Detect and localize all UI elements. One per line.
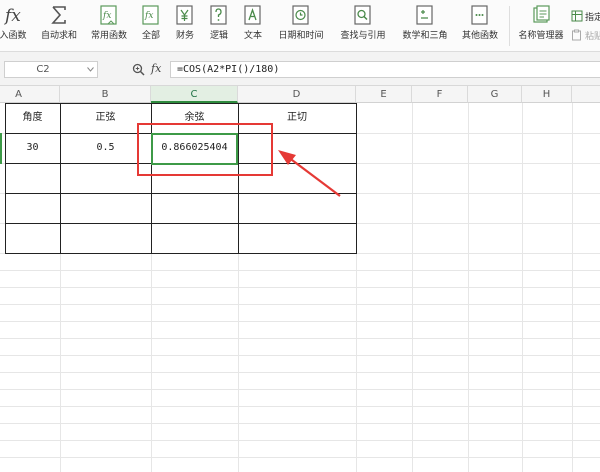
gridline: [0, 423, 600, 424]
common-functions-label: 常用函数: [90, 31, 127, 41]
column-header-h[interactable]: H: [522, 86, 572, 103]
cell-a2[interactable]: 30: [5, 133, 60, 163]
gridline: [0, 440, 600, 441]
specify-label: 指定: [585, 12, 600, 23]
fx-icon: fx: [3, 6, 21, 26]
gridline: [0, 406, 600, 407]
yen-icon: [176, 5, 193, 25]
function-icon: fx: [100, 5, 117, 25]
sigma-icon: [51, 6, 66, 24]
gridline: [0, 389, 600, 390]
logical-label: 逻辑: [209, 31, 228, 41]
all-functions-button[interactable]: fx 全部: [136, 4, 166, 48]
more-functions-label: 其他函数: [461, 31, 498, 41]
logical-button[interactable]: 逻辑: [204, 4, 234, 48]
all-functions-label: 全部: [141, 31, 160, 41]
fx-icon[interactable]: fx: [151, 62, 161, 76]
zoom-icon[interactable]: [132, 63, 145, 76]
column-header-e[interactable]: E: [356, 86, 412, 103]
column-header-a[interactable]: A: [0, 86, 60, 103]
gridline: [0, 355, 600, 356]
row-indicator: [0, 133, 3, 164]
text-functions-button[interactable]: 文本: [238, 4, 268, 48]
table-border: [356, 103, 357, 254]
paste-button[interactable]: 粘贴: [571, 28, 600, 42]
table-header-cell[interactable]: 角度: [5, 103, 60, 133]
gridline: [0, 270, 600, 271]
date-time-label: 日期和时间: [278, 31, 324, 41]
gridline: [0, 338, 600, 339]
gridline: [0, 457, 600, 458]
lookup-reference-label: 查找与引用: [340, 31, 386, 41]
date-time-button[interactable]: 日期和时间: [272, 4, 330, 48]
text-functions-label: 文本: [243, 31, 262, 41]
gridline: [0, 321, 600, 322]
formula-bar: C2 fx =COS(A2*PI()/180): [0, 52, 600, 86]
table-border: [60, 103, 61, 254]
column-header-c[interactable]: C: [151, 86, 238, 103]
chevron-down-icon[interactable]: [87, 67, 94, 72]
column-header-b[interactable]: B: [60, 86, 151, 103]
gridline: [0, 372, 600, 373]
name-manager-icon: [533, 5, 550, 23]
name-box[interactable]: C2: [4, 61, 98, 78]
common-functions-button[interactable]: fx 常用函数: [86, 4, 132, 48]
gridline: [60, 254, 61, 472]
gridline: [0, 287, 600, 288]
financial-label: 财务: [175, 31, 194, 41]
insert-function-label: 入函数: [0, 31, 27, 41]
table-border: [5, 253, 356, 254]
grid-icon: [571, 10, 583, 22]
autosum-label: 自动求和: [40, 31, 77, 41]
more-functions-button[interactable]: 其他函数: [456, 4, 504, 48]
spreadsheet-grid[interactable]: A B C D E F G H 角度 正弦 余弦 正切 30 0.5 0.866…: [0, 86, 600, 472]
math-trig-button[interactable]: 数学和三角: [396, 4, 454, 48]
more-icon: [471, 5, 488, 25]
formula-input[interactable]: =COS(A2*PI()/180): [170, 61, 600, 78]
math-icon: [416, 5, 433, 25]
svg-text:fx: fx: [3, 6, 21, 26]
clock-icon: [292, 5, 309, 25]
specify-button[interactable]: 指定: [571, 9, 600, 23]
function-icon: fx: [142, 5, 159, 25]
column-header-f[interactable]: F: [412, 86, 468, 103]
column-header-d[interactable]: D: [238, 86, 356, 103]
name-manager-label: 名称管理器: [518, 31, 564, 41]
annotation-arrow-icon: [278, 150, 341, 197]
logic-icon: [210, 5, 227, 25]
svg-text:fx: fx: [144, 11, 153, 21]
lookup-icon: [354, 5, 371, 25]
ribbon-separator: [509, 6, 510, 46]
table-border: [5, 223, 356, 224]
formula-text: =COS(A2*PI()/180): [177, 64, 280, 75]
column-header-i[interactable]: [572, 86, 600, 103]
highlight-box: [137, 123, 273, 176]
svg-text:fx: fx: [102, 11, 111, 21]
lookup-reference-button[interactable]: 查找与引用: [334, 4, 392, 48]
gridline: [151, 254, 152, 472]
insert-function-button[interactable]: fx 入函数: [0, 4, 30, 48]
table-border: [5, 103, 356, 104]
text-icon: [244, 5, 261, 25]
financial-button[interactable]: 财务: [170, 4, 200, 48]
paste-label: 粘贴: [585, 31, 600, 42]
name-manager-button[interactable]: 名称管理器: [514, 4, 568, 48]
column-header-g[interactable]: G: [468, 86, 522, 103]
name-box-value: C2: [36, 64, 50, 75]
paste-icon: [572, 29, 581, 41]
autosum-button[interactable]: 自动求和: [36, 4, 82, 48]
formula-ribbon: fx 入函数 自动求和 fx 常用函数 fx 全部 财务 逻辑 文本 日期和时间…: [0, 0, 600, 52]
gridline: [238, 254, 239, 472]
gridline: [0, 304, 600, 305]
table-border: [5, 103, 6, 254]
math-trig-label: 数学和三角: [402, 31, 448, 41]
